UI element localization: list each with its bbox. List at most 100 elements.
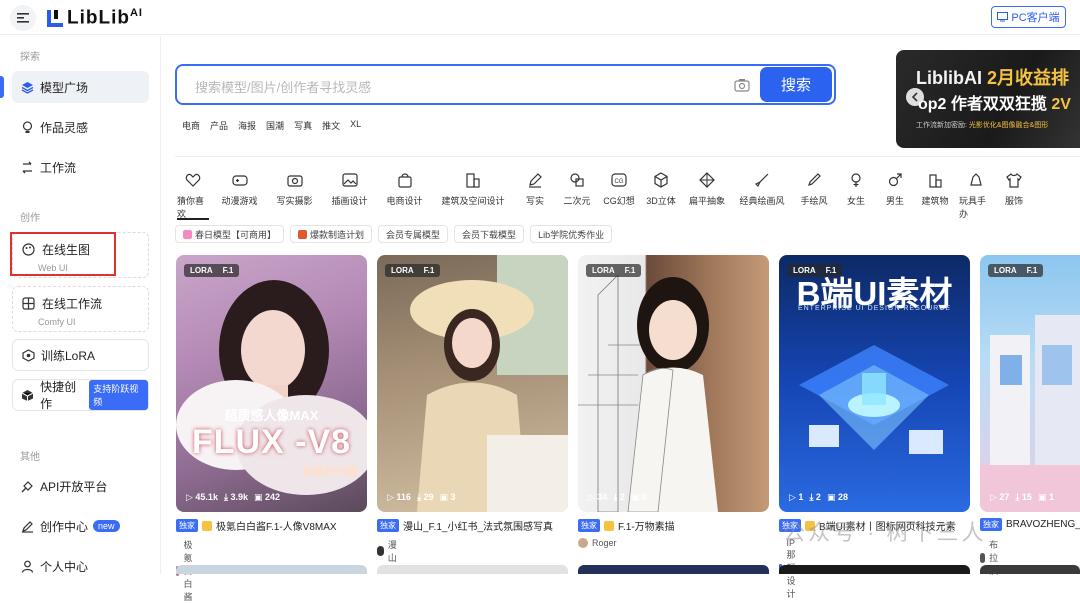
model-card[interactable]: LORA F.1 ▷ 34 ⤓ 2 ▣ 0	[578, 255, 769, 512]
card-title[interactable]: 独家 极氪白白酱F.1-人像V8MAX	[176, 518, 367, 533]
card-title[interactable]: 独家 漫山_F.1_小红书_法式氛围感写真	[377, 518, 568, 533]
highlight-box	[10, 232, 116, 276]
avatar	[377, 546, 384, 556]
workflow-icon	[20, 160, 34, 174]
category-label: 猜你喜欢	[177, 196, 205, 219]
sidebar-item-api[interactable]: API开放平台	[12, 470, 149, 502]
cube-icon	[21, 388, 34, 402]
category-tab[interactable]: 经典绘画风	[732, 172, 792, 212]
pen-icon	[527, 172, 543, 188]
hot-tag[interactable]: 推文	[322, 119, 340, 132]
category-label: 动漫游戏	[221, 196, 258, 206]
hot-tag[interactable]: 电商	[182, 119, 200, 132]
category-tab[interactable]: 动漫游戏	[212, 172, 267, 212]
category-tab[interactable]: 写实	[514, 172, 556, 212]
new-badge: new	[93, 520, 120, 532]
card-title[interactable]: 独家 F.1-万物素描	[578, 518, 769, 533]
category-label: 写实	[525, 196, 544, 206]
model-card[interactable]: 超质感人像MAX FLUX -V8 极氪白白酱 LORA F.1 ▷ 45.1k ⤓…	[176, 255, 367, 512]
card-stats: ▷ 1 ⤓ 2 ▣ 28	[789, 492, 848, 502]
chip-member-download[interactable]: 会员下载模型	[454, 225, 525, 243]
search-input[interactable]: 搜索模型/图片/创作者寻找灵感	[195, 77, 371, 96]
category-tab[interactable]: 建筑及空间设计	[432, 172, 514, 212]
sidebar-item-label: 工作流	[40, 160, 77, 175]
pc-client-label: PC客户端	[1011, 12, 1060, 24]
brush-icon	[754, 172, 770, 188]
category-tab[interactable]: 建筑物	[914, 172, 956, 212]
chevron-left-icon[interactable]	[906, 88, 924, 106]
fire-icon	[298, 229, 308, 239]
category-label: 3D立体	[646, 196, 676, 206]
category-tab[interactable]: 玩具手办	[956, 172, 996, 219]
lora-icon	[21, 348, 35, 362]
active-indicator	[0, 76, 4, 98]
sidebar-item-online-workflow[interactable]: 在线工作流 Comfy UI	[12, 286, 149, 332]
chip-spring-models[interactable]: 春日模型【可商用】	[175, 225, 285, 243]
search-button[interactable]: 搜索	[760, 67, 832, 102]
sidebar-item-creator-center[interactable]: 创作中心 new	[12, 510, 149, 542]
sidebar-item-train-lora[interactable]: 训练LoRA	[12, 339, 149, 371]
sidebar-item-workflow[interactable]: 工作流	[12, 151, 149, 183]
card-author[interactable]: 漫山	[377, 538, 400, 564]
category-tab[interactable]: 猜你喜欢	[174, 172, 212, 220]
category-label: 建筑及空间设计	[441, 196, 505, 206]
monitor-icon	[997, 12, 1009, 22]
card-image	[578, 274, 718, 512]
card-author[interactable]: Roger	[578, 538, 617, 548]
category-label: 玩具手办	[959, 196, 987, 219]
chip-member-models[interactable]: 会员专属模型	[378, 225, 449, 243]
category-tab[interactable]: 服饰	[996, 172, 1032, 212]
model-card[interactable]: LORA F.1 ▷ 116 ⤓ 29 ▣ 3	[377, 255, 568, 512]
promo-banner[interactable]: LiblibAI 2月收益排 op2 作者双双狂揽 2V 工作流新加密励: 光影…	[896, 50, 1080, 148]
hot-tag[interactable]: 海报	[238, 119, 256, 132]
menu-icon[interactable]	[10, 5, 36, 31]
bulb-icon	[20, 120, 34, 134]
category-tab[interactable]: 二次元	[556, 172, 598, 212]
hot-tag[interactable]: 国潮	[266, 119, 284, 132]
hot-tag[interactable]: 产品	[210, 119, 228, 132]
card-title[interactable]: 独家 BRAVOZHENG_F	[980, 518, 1080, 531]
sidebar-item-model-square[interactable]: 模型广场	[12, 71, 149, 103]
model-type-tag: LORA F.1	[787, 264, 843, 277]
category-label: 建筑物	[921, 196, 949, 206]
avatar	[578, 538, 588, 548]
category-tab[interactable]: 插画设计	[322, 172, 377, 212]
camera-search-icon[interactable]	[734, 77, 750, 93]
category-tabs: 猜你喜欢 动漫游戏 写实摄影 插画设计 电商设计 建筑及空间设计 写实 二次元 CG CG幻想 3D…	[174, 172, 1032, 220]
category-tab[interactable]: 男生	[876, 172, 914, 212]
model-type-tag: LORA F.1	[988, 264, 1044, 277]
model-card[interactable]: B端UI素材 ENTERPRISE UI DESIGN RESOURCE LOR…	[779, 255, 970, 512]
chip-label: 会员下载模型	[462, 229, 517, 240]
hot-tag[interactable]: 写真	[294, 119, 312, 132]
sidebar-item-personal-center[interactable]: 个人中心	[12, 550, 149, 582]
hot-tag[interactable]: XL	[350, 119, 361, 132]
model-card[interactable]: LORA F.1 ▷ 27 ⤓ 15 ▣ 1	[980, 255, 1080, 512]
female-icon	[848, 172, 864, 188]
category-tab[interactable]: 手绘风	[792, 172, 836, 212]
category-tab[interactable]: 3D立体	[640, 172, 682, 212]
logo-text: LibLibAI	[67, 6, 143, 29]
sidebar-item-label: 作品灵感	[40, 120, 89, 135]
category-label: 女生	[846, 196, 865, 206]
category-label: 服饰	[1004, 196, 1023, 206]
category-tab[interactable]: CG CG幻想	[598, 172, 640, 212]
next-row-card	[779, 565, 970, 574]
hot-search-tags: 电商 产品 海报 国潮 写真 推文 XL	[182, 119, 361, 132]
category-tab[interactable]: 扁平抽象	[682, 172, 732, 212]
chip-lib-academy[interactable]: Lib学院优秀作业	[530, 225, 613, 243]
sidebar-item-works-inspiration[interactable]: 作品灵感	[12, 111, 149, 143]
bag-icon	[397, 172, 413, 188]
api-label: API开放平台	[40, 479, 108, 494]
category-tab[interactable]: 电商设计	[377, 172, 432, 212]
category-label: CG幻想	[603, 196, 635, 206]
category-tab[interactable]: 女生	[836, 172, 876, 212]
chip-hit-plan[interactable]: 爆款制造计划	[290, 225, 373, 243]
watermark: 公众号 · 树下三人	[783, 520, 987, 545]
pc-client-button[interactable]: PC客户端	[991, 6, 1066, 28]
user-icon	[20, 559, 34, 573]
model-square-icon	[20, 80, 34, 94]
liblib-logo[interactable]: LibLibAI	[46, 7, 143, 29]
sidebar-item-quick-create[interactable]: 快捷创作 支持阶跃视频	[12, 379, 149, 411]
category-tab[interactable]: 写实摄影	[267, 172, 322, 212]
card-stats: ▷ 27 ⤓ 15 ▣ 1	[990, 492, 1054, 502]
